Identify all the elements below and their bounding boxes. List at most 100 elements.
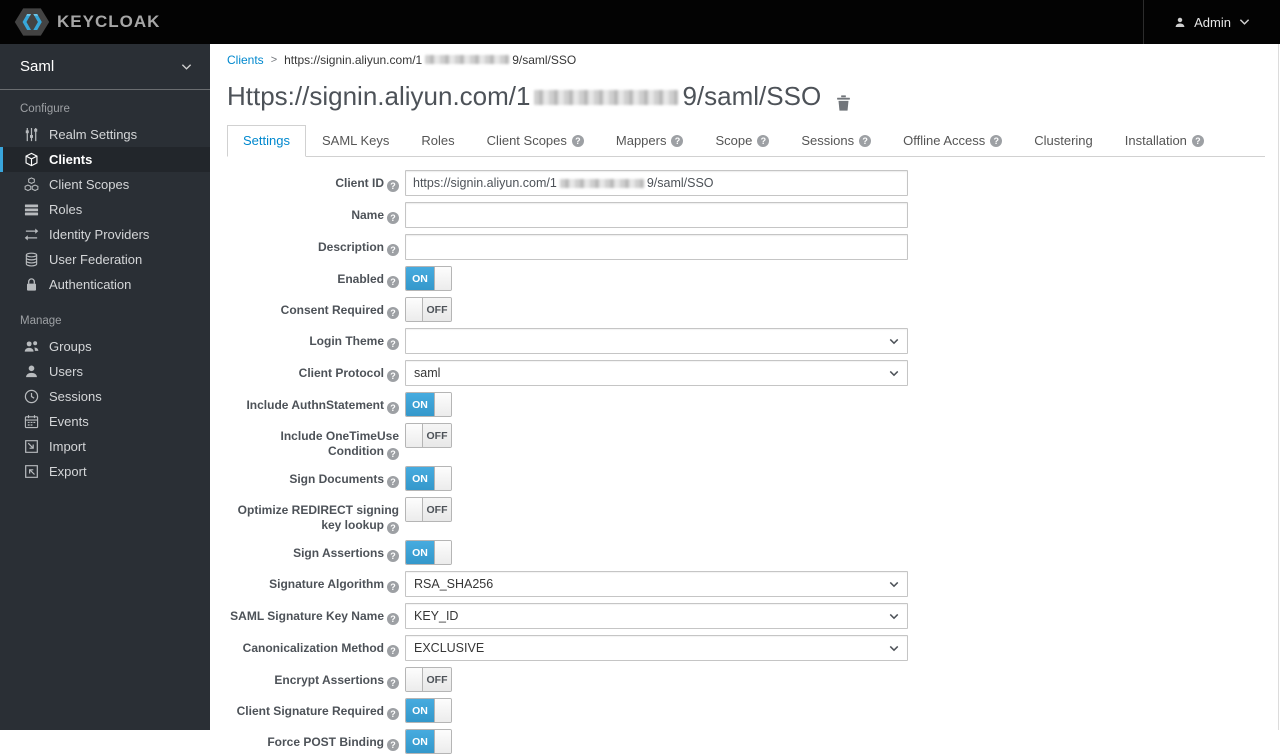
help-icon[interactable] <box>387 276 399 288</box>
help-icon[interactable] <box>671 134 684 147</box>
tab-mappers[interactable]: Mappers <box>600 125 700 157</box>
database-icon <box>24 252 39 267</box>
help-icon[interactable] <box>387 522 399 534</box>
force-post-binding-toggle[interactable]: ON <box>405 729 452 754</box>
sidebar-item-realm-settings[interactable]: Realm Settings <box>0 122 210 147</box>
sidebar-item-clients[interactable]: Clients <box>0 147 210 172</box>
field-label: Client Signature Required <box>236 704 384 718</box>
help-icon[interactable] <box>387 448 399 460</box>
tab-settings[interactable]: Settings <box>227 125 306 157</box>
consent-required-toggle[interactable]: OFF <box>405 297 452 322</box>
sidebar-item-events[interactable]: Events <box>0 409 210 434</box>
help-icon[interactable] <box>387 708 399 720</box>
help-icon[interactable] <box>387 645 399 657</box>
toggle-handle <box>406 498 423 521</box>
form-row: Name <box>227 202 1265 228</box>
realm-selector[interactable]: Saml <box>0 44 210 90</box>
sign-documents-toggle[interactable]: ON <box>405 466 452 491</box>
tab-saml-keys[interactable]: SAML Keys <box>306 125 405 157</box>
keycloak-logo[interactable]: KEYCLOAK <box>0 7 160 37</box>
calendar-icon <box>24 414 39 429</box>
select-value: EXCLUSIVE <box>414 641 485 655</box>
user-icon <box>1174 16 1186 29</box>
help-icon[interactable] <box>387 581 399 593</box>
chevron-down-icon <box>1239 18 1250 26</box>
help-icon[interactable] <box>990 134 1003 147</box>
sidebar-item-client-scopes[interactable]: Client Scopes <box>0 172 210 197</box>
tab-scope[interactable]: Scope <box>699 125 785 157</box>
toggle-handle <box>406 668 423 691</box>
client-id-input[interactable]: https://signin.aliyun.com/1 9/saml/SSO <box>405 170 908 196</box>
field-label: Login Theme <box>309 334 384 348</box>
sidebar-item-export[interactable]: Export <box>0 459 210 484</box>
form-row: Enabled ON <box>227 266 1265 291</box>
client-signature-required-toggle[interactable]: ON <box>405 698 452 723</box>
include-authnstatement-toggle[interactable]: ON <box>405 392 452 417</box>
sign-assertions-toggle[interactable]: ON <box>405 540 452 565</box>
form-row: Sign Documents ON <box>227 466 1265 491</box>
signature-algorithm-select[interactable]: RSA_SHA256 <box>405 571 908 597</box>
tab-offline-access[interactable]: Offline Access <box>887 125 1018 157</box>
help-icon[interactable] <box>571 134 584 147</box>
breadcrumb-clients-link[interactable]: Clients <box>227 53 264 67</box>
help-icon[interactable] <box>387 370 399 382</box>
form-row: Client ID https://signin.aliyun.com/19/s… <box>227 170 1265 196</box>
tab-clustering[interactable]: Clustering <box>1018 125 1109 157</box>
help-icon[interactable] <box>387 338 399 350</box>
help-icon[interactable] <box>387 212 399 224</box>
tab-installation[interactable]: Installation <box>1109 125 1220 157</box>
enabled-toggle[interactable]: ON <box>405 266 452 291</box>
help-icon[interactable] <box>387 550 399 562</box>
help-icon[interactable] <box>1191 134 1204 147</box>
form-row: Force POST Binding ON <box>227 729 1265 754</box>
form-row: Encrypt Assertions OFF <box>227 667 1265 692</box>
saml-signature-key-name-select[interactable]: KEY_ID <box>405 603 908 629</box>
sidebar-item-import[interactable]: Import <box>0 434 210 459</box>
sidebar-item-sessions[interactable]: Sessions <box>0 384 210 409</box>
chevron-down-icon <box>889 581 899 588</box>
sidebar-item-identity-providers[interactable]: Identity Providers <box>0 222 210 247</box>
admin-label: Admin <box>1194 14 1231 30</box>
help-icon[interactable] <box>387 244 399 256</box>
help-icon[interactable] <box>387 613 399 625</box>
form-row: Client Protocol saml <box>227 360 1265 386</box>
delete-client-button[interactable] <box>835 88 852 111</box>
help-icon[interactable] <box>387 739 399 751</box>
form-row: Optimize REDIRECT signing key lookup OFF <box>227 497 1265 534</box>
configure-section-label: Configure <box>20 103 70 115</box>
client-protocol-select[interactable]: saml <box>405 360 908 386</box>
tab-sessions[interactable]: Sessions <box>785 125 887 157</box>
lock-icon <box>24 277 39 292</box>
help-icon[interactable] <box>757 134 770 147</box>
field-label: Include AuthnStatement <box>246 398 384 412</box>
optimize-redirect-signing-toggle[interactable]: OFF <box>405 497 452 522</box>
help-icon[interactable] <box>387 307 399 319</box>
help-icon[interactable] <box>387 180 399 192</box>
select-value: saml <box>414 366 441 380</box>
redacted-segment <box>425 55 510 64</box>
top-bar: KEYCLOAK Admin <box>0 0 1280 44</box>
help-icon[interactable] <box>387 677 399 689</box>
form-row: Include OneTimeUse Condition OFF <box>227 423 1265 460</box>
include-onetimeuse-toggle[interactable]: OFF <box>405 423 452 448</box>
help-icon[interactable] <box>387 476 399 488</box>
field-label: Canonicalization Method <box>242 641 384 655</box>
tab-client-scopes[interactable]: Client Scopes <box>471 125 600 157</box>
encrypt-assertions-toggle[interactable]: OFF <box>405 667 452 692</box>
user-icon <box>24 364 39 379</box>
sidebar-item-authentication[interactable]: Authentication <box>0 272 210 297</box>
sidebar-item-users[interactable]: Users <box>0 359 210 384</box>
login-theme-select[interactable] <box>405 328 908 354</box>
help-icon[interactable] <box>387 402 399 414</box>
description-input[interactable] <box>405 234 908 260</box>
help-icon[interactable] <box>859 134 872 147</box>
toggle-handle <box>434 730 451 753</box>
canonicalization-method-select[interactable]: EXCLUSIVE <box>405 635 908 661</box>
sidebar-item-roles[interactable]: Roles <box>0 197 210 222</box>
admin-menu[interactable]: Admin <box>1143 0 1280 44</box>
tab-roles[interactable]: Roles <box>405 125 470 157</box>
form-row: Description <box>227 234 1265 260</box>
sidebar-item-groups[interactable]: Groups <box>0 334 210 359</box>
name-input[interactable] <box>405 202 908 228</box>
sidebar-item-user-federation[interactable]: User Federation <box>0 247 210 272</box>
